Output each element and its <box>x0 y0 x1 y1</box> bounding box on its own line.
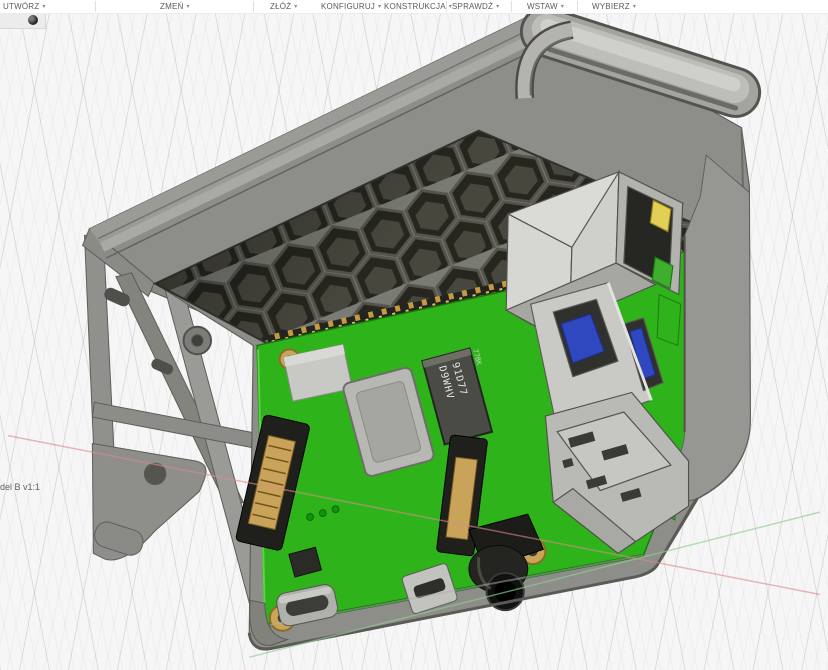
chevron-down-icon: ▾ <box>633 4 636 10</box>
chevron-down-icon: ▾ <box>561 4 564 10</box>
toolbar-separator <box>577 1 578 12</box>
document-version-label: del B v1:1 <box>0 482 40 492</box>
chevron-down-icon: ▾ <box>496 4 499 10</box>
chevron-down-icon: ▾ <box>378 4 381 10</box>
menu-wstaw[interactable]: WSTAW▾ <box>527 0 564 13</box>
menu-wybierz[interactable]: WYBIERZ▾ <box>592 0 636 13</box>
menu-label: KONSTRUKCJA <box>384 2 446 11</box>
menu-label: SPRAWDŹ <box>452 2 493 11</box>
menu-konfiguruj[interactable]: KONFIGURUJ▾ <box>321 0 381 13</box>
toolbar-separator <box>253 1 254 12</box>
toolbar-separator <box>511 1 512 12</box>
menu-sprawdz[interactable]: SPRAWDŹ▾ <box>452 0 499 13</box>
menu-label: ZŁÓŻ <box>270 2 291 11</box>
chevron-down-icon: ▾ <box>42 4 45 10</box>
chevron-down-icon: ▾ <box>294 4 297 10</box>
model-canvas[interactable]: 91D77 D9WHV 77BK <box>0 13 828 670</box>
menu-label: UTWÓRZ <box>3 2 39 11</box>
menu-label: WYBIERZ <box>592 2 630 11</box>
menu-label: ZMEŃ <box>160 2 183 11</box>
menu-label: WSTAW <box>527 2 558 11</box>
toolbar-separator <box>446 1 447 12</box>
menu-zmien[interactable]: ZMEŃ▾ <box>160 0 190 13</box>
menu-konstrukcja[interactable]: KONSTRUKCJA▾ <box>384 0 452 13</box>
viewport-3d[interactable]: 91D77 D9WHV 77BK <box>0 13 828 670</box>
cad-app-window: UTWÓRZ▾ ZMEŃ▾ ZŁÓŻ▾ KONFIGURUJ▾ KONSTRUK… <box>0 0 828 670</box>
menu-label: KONFIGURUJ <box>321 2 375 11</box>
menu-utworz[interactable]: UTWÓRZ▾ <box>3 0 46 13</box>
chevron-down-icon: ▾ <box>186 4 189 10</box>
menu-zloz[interactable]: ZŁÓŻ▾ <box>270 0 297 13</box>
record-dot-icon <box>28 15 38 25</box>
main-toolbar: UTWÓRZ▾ ZMEŃ▾ ZŁÓŻ▾ KONFIGURUJ▾ KONSTRUK… <box>0 0 828 14</box>
toolbar-separator <box>95 1 96 12</box>
